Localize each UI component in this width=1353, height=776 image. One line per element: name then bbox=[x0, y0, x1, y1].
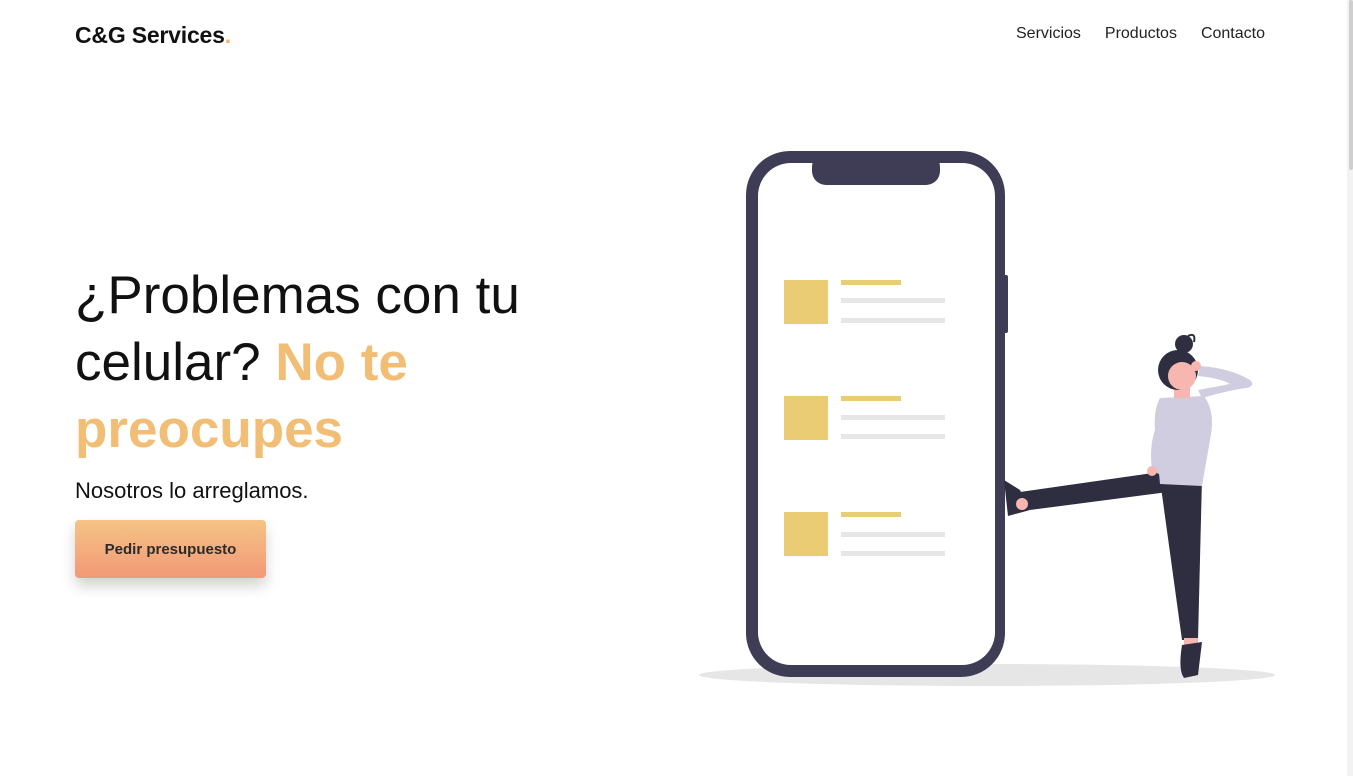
nav-link-servicios[interactable]: Servicios bbox=[1016, 25, 1081, 43]
page-scrollbar[interactable] bbox=[1347, 0, 1353, 776]
hero-title: ¿Problemas con tu celular? No te preocup… bbox=[75, 262, 615, 463]
site-logo[interactable]: C&G Services. bbox=[75, 22, 231, 49]
nav-link-productos[interactable]: Productos bbox=[1105, 25, 1177, 43]
page: C&G Services. Servicios Productos Contac… bbox=[0, 0, 1353, 776]
logo-text: C&G Services bbox=[75, 22, 225, 48]
logo-dot: . bbox=[224, 22, 231, 48]
nav-link-contacto[interactable]: Contacto bbox=[1201, 25, 1265, 43]
hero-subtitle: Nosotros lo arreglamos. bbox=[75, 478, 309, 503]
request-quote-button[interactable]: Pedir presupuesto bbox=[75, 520, 266, 578]
scrollbar-thumb[interactable] bbox=[1349, 0, 1353, 170]
phone-illustration-icon bbox=[699, 151, 1275, 686]
main-nav: Servicios Productos Contacto bbox=[1016, 25, 1265, 43]
